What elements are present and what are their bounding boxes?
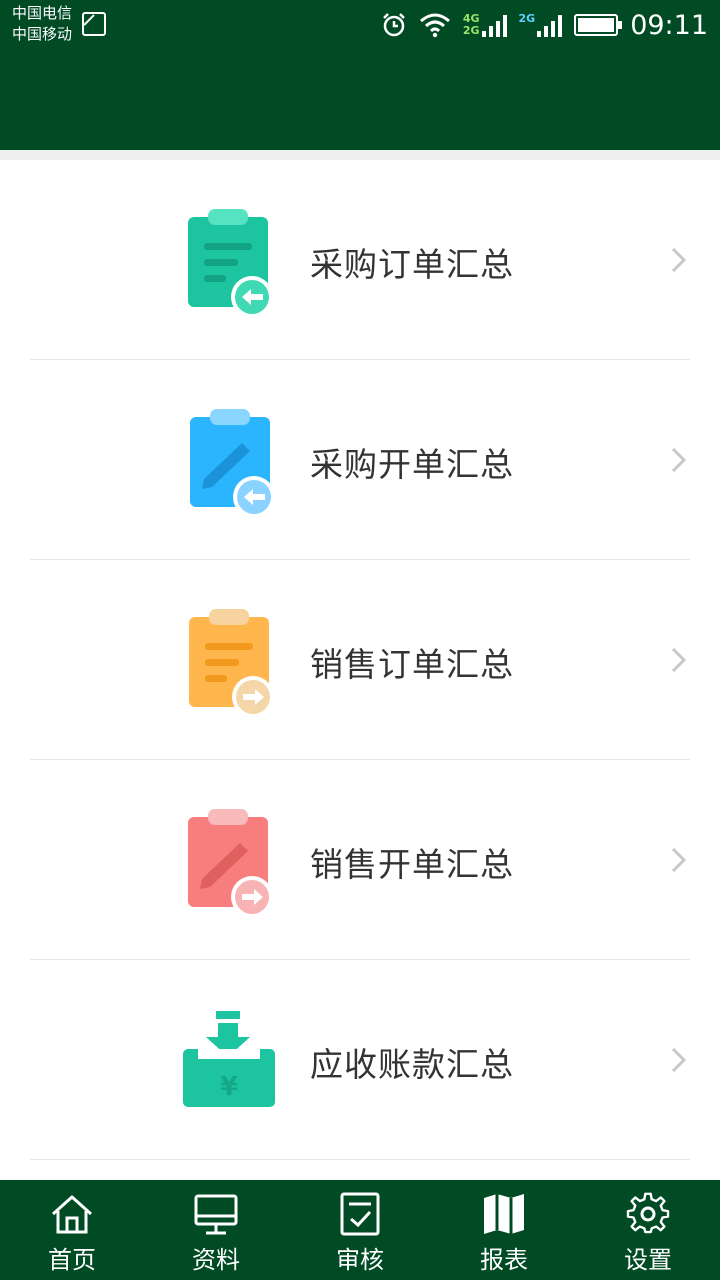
- tab-label: 首页: [48, 1246, 96, 1274]
- divider: [30, 1159, 690, 1160]
- chevron-right-icon: [671, 647, 687, 673]
- tab-label: 报表: [480, 1246, 528, 1274]
- menu-item-label: 采购订单汇总: [310, 245, 514, 284]
- chevron-right-icon: [671, 447, 687, 473]
- signal-strength-icon-1: [481, 13, 507, 37]
- clock: 09:11: [630, 9, 708, 41]
- menu-item-label: 销售开单汇总: [310, 845, 514, 884]
- menu-item-receivables-summary[interactable]: ¥ 应收账款汇总: [0, 960, 720, 1160]
- tab-review[interactable]: 审核: [288, 1180, 432, 1280]
- menu-item-label: 销售订单汇总: [310, 645, 514, 684]
- carrier-info: 中国电信 中国移动: [12, 3, 72, 45]
- menu-item-purchase-order-summary[interactable]: 采购订单汇总: [0, 160, 720, 360]
- app-bar: [0, 50, 720, 150]
- tab-home[interactable]: 首页: [0, 1180, 144, 1280]
- chevron-right-icon: [671, 247, 687, 273]
- signal-strength-icon-2: [537, 13, 563, 37]
- tab-label: 资料: [192, 1246, 240, 1274]
- svg-text:¥: ¥: [220, 1072, 238, 1102]
- menu-item-purchase-bill-summary[interactable]: 采购开单汇总: [0, 360, 720, 560]
- report-menu-list: 采购订单汇总 采购开单汇总 销售订单汇总 销售开单汇总 ¥ 应收账款汇总: [0, 160, 720, 1160]
- tab-label: 设置: [624, 1246, 672, 1274]
- chevron-right-icon: [671, 847, 687, 873]
- purchase-bill-clipboard-icon: [190, 409, 275, 515]
- tab-reports[interactable]: 报表: [432, 1180, 576, 1280]
- header-separator: [0, 150, 720, 160]
- tab-data[interactable]: 资料: [144, 1180, 288, 1280]
- image-notification-icon: [82, 12, 106, 36]
- carrier-2: 中国移动: [12, 25, 73, 43]
- dual-signal: 4G 2G: [463, 13, 507, 37]
- bottom-tab-bar: 首页 资料 审核 报表 设置: [0, 1180, 720, 1280]
- status-bar: 中国电信 中国移动 4G 2G 2G 09:11: [0, 0, 720, 50]
- net-type-2g-second: 2G: [518, 12, 536, 25]
- monitor-icon: [194, 1194, 238, 1235]
- sales-order-clipboard-icon: [189, 609, 274, 715]
- menu-item-sales-order-summary[interactable]: 销售订单汇总: [0, 560, 720, 760]
- net-type-2g: 2G: [462, 24, 480, 37]
- menu-item-sales-bill-summary[interactable]: 销售开单汇总: [0, 760, 720, 960]
- tab-settings[interactable]: 设置: [576, 1180, 720, 1280]
- purchase-order-clipboard-icon: [188, 209, 273, 315]
- receivables-tray-icon: ¥: [183, 1011, 275, 1107]
- carrier-1: 中国电信: [12, 4, 73, 22]
- map-icon: [484, 1194, 524, 1234]
- chevron-right-icon: [671, 1047, 687, 1073]
- gear-icon: [626, 1192, 670, 1234]
- menu-item-label: 采购开单汇总: [310, 445, 514, 484]
- sales-bill-clipboard-icon: [188, 809, 273, 915]
- menu-item-label: 应收账款汇总: [310, 1045, 514, 1084]
- signal-2: 2G: [519, 13, 563, 37]
- tab-label: 审核: [336, 1246, 384, 1274]
- home-icon: [51, 1195, 93, 1234]
- checklist-icon: [340, 1192, 380, 1236]
- battery-icon: [574, 14, 623, 36]
- wifi-icon: [419, 13, 450, 38]
- status-icons: 4G 2G 2G 09:11: [381, 8, 708, 42]
- alarm-icon: [382, 13, 405, 37]
